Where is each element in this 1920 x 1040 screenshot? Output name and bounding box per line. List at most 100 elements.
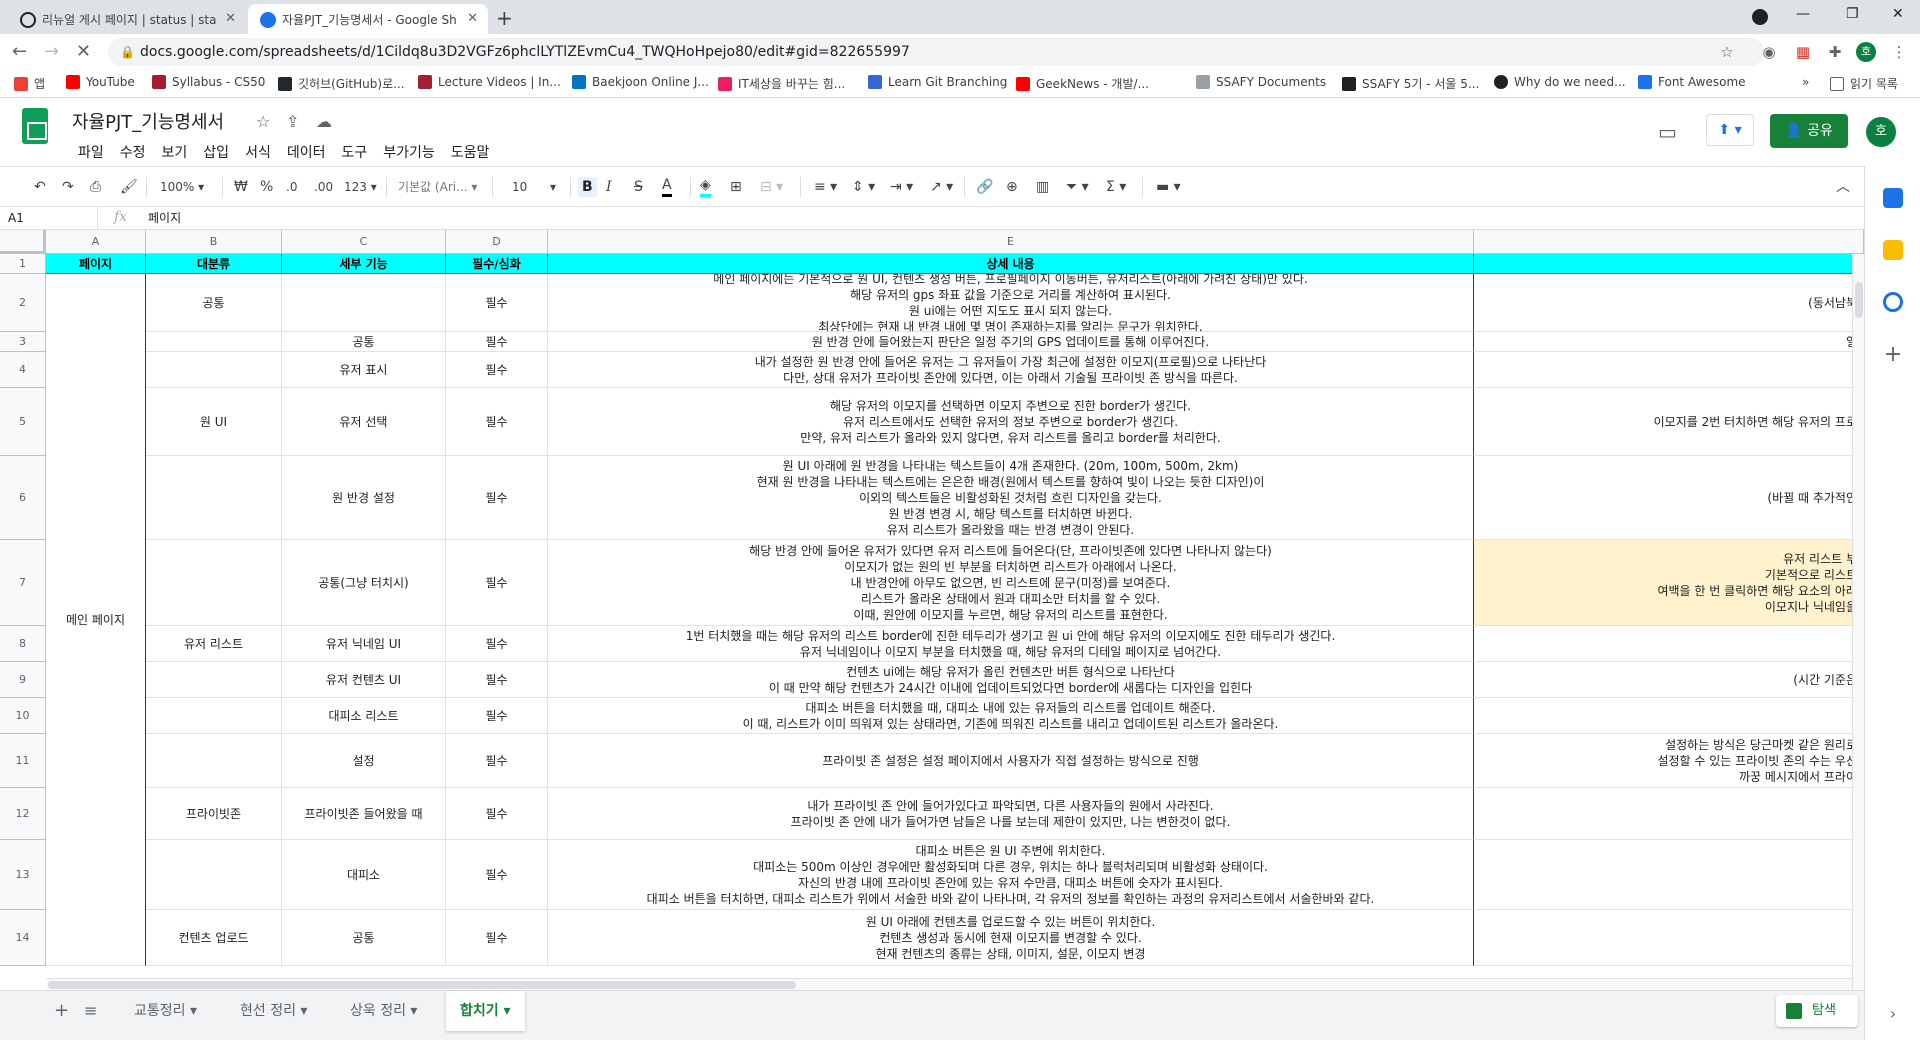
- feature-cell[interactable]: 대피소 리스트: [282, 698, 446, 734]
- redo-icon[interactable]: ↷: [62, 177, 74, 197]
- print-icon[interactable]: ⎙: [90, 177, 101, 197]
- notes-cell[interactable]: (동서남북: [1474, 274, 1864, 332]
- vertical-scrollbar[interactable]: [1852, 254, 1864, 990]
- detail-cell[interactable]: 1번 터치했을 때는 해당 유저의 리스트 border에 진한 테두리가 생기…: [548, 626, 1474, 662]
- document-title[interactable]: 자율PJT_기능명세서: [72, 108, 224, 134]
- row-header[interactable]: 7: [0, 540, 46, 626]
- reading-list[interactable]: 읽기 목록: [1830, 75, 1898, 92]
- borders-icon[interactable]: ⊞: [730, 177, 742, 197]
- keep-icon[interactable]: [1883, 240, 1903, 260]
- bold-button[interactable]: B: [578, 177, 597, 197]
- header-cell-category[interactable]: 대분류: [146, 254, 282, 274]
- priority-cell[interactable]: 필수: [446, 352, 548, 388]
- collapse-toolbar-icon[interactable]: ︿: [1836, 177, 1850, 197]
- row-header[interactable]: 6: [0, 456, 46, 540]
- category-cell[interactable]: [146, 352, 282, 388]
- input-tools-icon[interactable]: ▬ ▾: [1156, 177, 1181, 197]
- menu-edit[interactable]: 수정: [112, 142, 154, 162]
- feature-cell[interactable]: 원 반경 설정: [282, 456, 446, 540]
- back-icon[interactable]: ←: [12, 41, 27, 62]
- notes-cell[interactable]: 이모지를 2번 터치하면 해당 유저의 프로: [1474, 388, 1864, 456]
- share-button[interactable]: 👤 공유: [1770, 114, 1848, 148]
- bookmark-it[interactable]: IT세상을 바꾸는 힘...: [718, 75, 845, 92]
- spreadsheet-grid[interactable]: A B C D E 1 페이지 대분류 세부 기능 필수/심화 상세 내용 2 공통 필수 메인 …: [0, 230, 1864, 990]
- zoom-select[interactable]: 100% ▾: [160, 177, 204, 197]
- percent-format-button[interactable]: %: [260, 177, 273, 197]
- header-cell-extra[interactable]: [1474, 254, 1864, 274]
- feature-cell[interactable]: 유저 표시: [282, 352, 446, 388]
- priority-cell[interactable]: 필수: [446, 274, 548, 332]
- close-tab-icon[interactable]: ✕: [467, 11, 478, 26]
- feature-cell[interactable]: 유저 컨텐츠 UI: [282, 662, 446, 698]
- strikethrough-button[interactable]: S: [634, 177, 643, 197]
- category-cell[interactable]: [146, 840, 282, 910]
- bookmark-geeknews[interactable]: GeekNews - 개발/...: [1016, 75, 1149, 92]
- detail-cell[interactable]: 메인 페이지에는 기본적으로 원 UI, 컨텐츠 생성 버튼, 프로필페이지 이…: [548, 274, 1474, 332]
- vertical-align-icon[interactable]: ⇕ ▾: [852, 177, 875, 197]
- sheet-tab-active[interactable]: 합치기 ▾: [446, 991, 525, 1031]
- extension-icon[interactable]: ◉: [1760, 43, 1778, 61]
- feature-cell[interactable]: 설정: [282, 734, 446, 788]
- bookmark-fontawesome[interactable]: Font Awesome: [1638, 75, 1746, 89]
- category-cell[interactable]: [146, 456, 282, 540]
- notes-cell[interactable]: 유저 리스트 부 기본적으로 리스트 여백을 한 번 클릭하면 해당 요소의 아…: [1474, 540, 1864, 626]
- header-cell-feature[interactable]: 세부 기능: [282, 254, 446, 274]
- notes-cell[interactable]: 일: [1474, 332, 1864, 352]
- filter-icon[interactable]: ⏷ ▾: [1066, 177, 1089, 197]
- calendar-extension-icon[interactable]: ▦: [1794, 43, 1812, 61]
- browser-menu-icon[interactable]: ⋮: [1890, 43, 1908, 61]
- feature-cell[interactable]: 대피소: [282, 840, 446, 910]
- text-wrap-icon[interactable]: ⇥ ▾: [890, 177, 913, 197]
- row-header[interactable]: 13: [0, 840, 46, 910]
- bookmark-baekjoon[interactable]: Baekjoon Online J...: [572, 75, 709, 89]
- detail-cell[interactable]: 프라이빗 존 설정은 설정 페이지에서 사용자가 직접 설정하는 방식으로 진행: [548, 734, 1474, 788]
- notes-cell[interactable]: 설정하는 방식은 당근마켓 같은 원리로 설정할 수 있는 프라이빗 존의 수는…: [1474, 734, 1864, 788]
- browser-tab-active[interactable]: 자율PJT_기능명세서 - Google Sh ✕: [248, 4, 488, 34]
- menu-file[interactable]: 파일: [70, 142, 112, 162]
- horizontal-align-icon[interactable]: ≡ ▾: [814, 177, 837, 197]
- notes-cell[interactable]: [1474, 626, 1864, 662]
- merge-cells-icon[interactable]: ⊟ ▾: [760, 177, 783, 197]
- row-header[interactable]: 4: [0, 352, 46, 388]
- select-all-corner[interactable]: [0, 230, 46, 254]
- priority-cell[interactable]: 필수: [446, 332, 548, 352]
- row-header[interactable]: 14: [0, 910, 46, 966]
- feature-cell[interactable]: 유저 선택: [282, 388, 446, 456]
- profile-avatar[interactable]: 호: [1856, 42, 1876, 62]
- name-box[interactable]: A1: [0, 207, 98, 230]
- sheets-logo-icon[interactable]: [22, 108, 48, 144]
- notes-cell[interactable]: [1474, 352, 1864, 388]
- priority-cell[interactable]: 필수: [446, 910, 548, 966]
- show-side-panel-icon[interactable]: ›: [1883, 1004, 1903, 1024]
- text-rotate-icon[interactable]: ↗ ▾: [930, 177, 953, 197]
- row-header[interactable]: 2: [0, 274, 46, 332]
- detail-cell[interactable]: 원 UI 아래에 컨텐츠를 업로드할 수 있는 버튼이 위치한다. 컨텐츠 생성…: [548, 910, 1474, 966]
- priority-cell[interactable]: 필수: [446, 840, 548, 910]
- row-header[interactable]: 10: [0, 698, 46, 734]
- present-button[interactable]: ⬆ ▾: [1706, 114, 1754, 146]
- italic-button[interactable]: I: [606, 177, 612, 197]
- row-header[interactable]: 5: [0, 388, 46, 456]
- category-cell[interactable]: 컨텐츠 업로드: [146, 910, 282, 966]
- all-sheets-icon[interactable]: ≡: [70, 991, 111, 1031]
- increase-decimal-button[interactable]: .00: [314, 177, 333, 197]
- bookmark-overflow-icon[interactable]: »: [1802, 75, 1809, 89]
- vertical-scroll-thumb[interactable]: [1855, 282, 1863, 318]
- font-size-dropdown-icon[interactable]: ▾: [550, 177, 556, 197]
- column-header-a[interactable]: A: [46, 230, 146, 254]
- page-merged-cell[interactable]: 메인 페이지: [46, 274, 146, 966]
- column-header-e[interactable]: E: [548, 230, 1474, 254]
- header-cell-detail[interactable]: 상세 내용: [548, 254, 1474, 274]
- priority-cell[interactable]: 필수: [446, 388, 548, 456]
- column-header-c[interactable]: C: [282, 230, 446, 254]
- font-size-select[interactable]: 10: [512, 177, 527, 197]
- bookmark-youtube[interactable]: YouTube: [66, 75, 135, 89]
- priority-cell[interactable]: 필수: [446, 698, 548, 734]
- menu-addons[interactable]: 부가기능: [375, 142, 443, 162]
- bookmark-ssafy-docs[interactable]: SSAFY Documents: [1196, 75, 1326, 89]
- notes-cell[interactable]: (시간 기준은: [1474, 662, 1864, 698]
- notes-cell[interactable]: [1474, 840, 1864, 910]
- row-header[interactable]: 1: [0, 254, 46, 274]
- notes-cell[interactable]: [1474, 698, 1864, 734]
- priority-cell[interactable]: 필수: [446, 662, 548, 698]
